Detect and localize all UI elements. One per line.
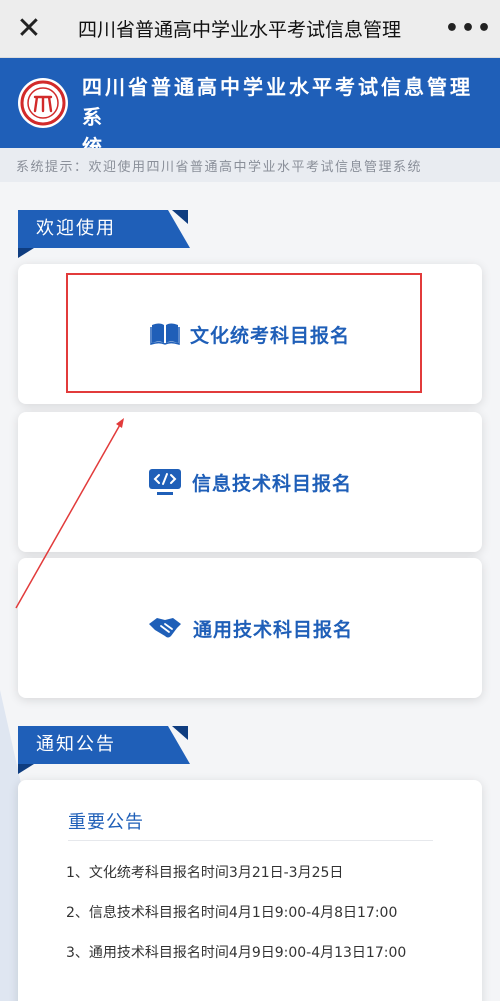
notice-item[interactable]: 2、信息技术科目报名时间4月1日9:00-4月8日17:00 [66,902,397,922]
notice-section-ribbon: 通知公告 [18,726,190,774]
notice-section-label: 通知公告 [36,734,116,755]
notice-heading: 重要公告 [68,812,144,833]
divider [68,840,433,841]
notice-item[interactable]: 1、文化统考科目报名时间3月21日-3月25日 [66,862,343,882]
notice-item[interactable]: 3、通用技术科目报名时间4月9日9:00-4月13日17:00 [66,942,406,962]
notice-card: 重要公告 1、文化统考科目报名时间3月21日-3月25日 2、信息技术科目报名时… [18,780,482,1001]
